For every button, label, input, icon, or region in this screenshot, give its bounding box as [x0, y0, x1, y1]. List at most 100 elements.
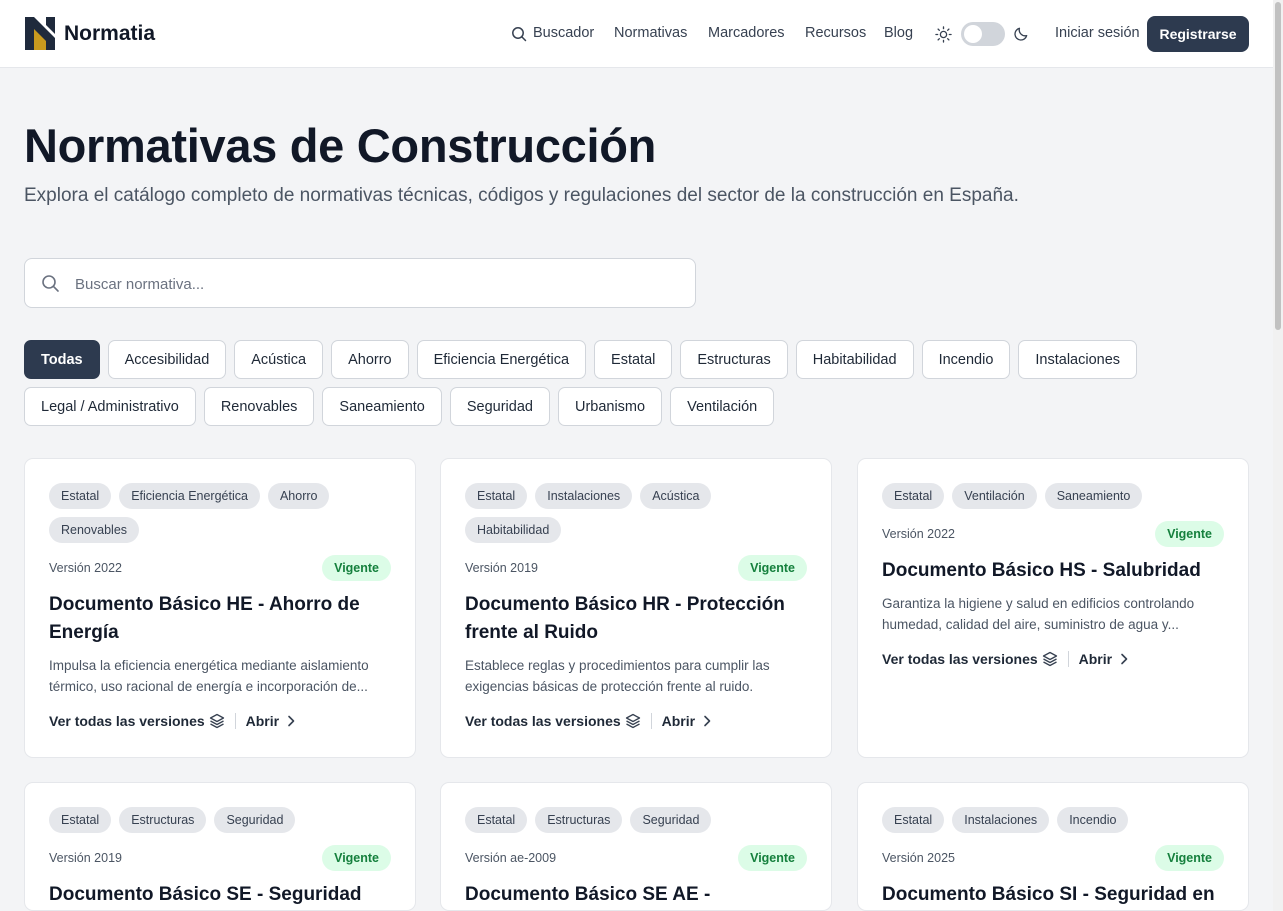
card-title[interactable]: Documento Básico SI - Seguridad en caso	[882, 881, 1224, 910]
chevron-right-icon[interactable]	[699, 713, 715, 729]
brand-name[interactable]: Normatia	[64, 22, 155, 46]
search-input[interactable]	[73, 259, 677, 309]
login-link[interactable]: Iniciar sesión	[1055, 25, 1140, 41]
view-versions-link[interactable]: Ver todas las versiones	[465, 713, 621, 729]
filter-chip-accesibilidad[interactable]: Accesibilidad	[107, 340, 227, 379]
card-tag: Estructuras	[535, 807, 623, 833]
filter-chips-row-1: Todas Accesibilidad Acústica Ahorro Efic…	[24, 340, 1138, 379]
status-badge: Vigente	[1155, 521, 1224, 547]
card-title[interactable]: Documento Básico SE AE - Seguridad	[465, 881, 807, 910]
card-tags: Estatal Estructuras Seguridad	[49, 807, 391, 833]
layers-icon[interactable]	[625, 713, 641, 729]
chevron-right-icon[interactable]	[283, 713, 299, 729]
normativa-card-hs[interactable]: Estatal Ventilación Saneamiento Versión …	[857, 458, 1249, 758]
status-badge: Vigente	[738, 555, 807, 581]
filter-chip-saneamiento[interactable]: Saneamiento	[322, 387, 442, 426]
card-title[interactable]: Documento Básico HS - Salubridad	[882, 557, 1224, 585]
nav-buscador[interactable]: Buscador	[533, 25, 594, 41]
filter-chip-todas[interactable]: Todas	[24, 340, 100, 379]
nav-marcadores[interactable]: Marcadores	[708, 25, 785, 41]
layers-icon[interactable]	[209, 713, 225, 729]
card-tag: Acústica	[640, 483, 712, 509]
filter-chip-estatal[interactable]: Estatal	[594, 340, 673, 379]
nav-recursos[interactable]: Recursos	[805, 25, 866, 41]
card-tag: Seguridad	[630, 807, 712, 833]
separator	[234, 713, 236, 729]
card-version: Versión 2019	[49, 851, 122, 865]
page-title: Normativas de Construcción	[24, 119, 657, 172]
search-box	[24, 258, 696, 309]
separator	[650, 713, 652, 729]
filter-chip-estructuras[interactable]: Estructuras	[680, 340, 788, 379]
status-badge: Vigente	[1155, 845, 1224, 871]
open-link[interactable]: Abrir	[1079, 651, 1112, 667]
card-tags: Estatal Eficiencia Energética Ahorro Ren…	[49, 483, 391, 543]
sun-icon	[935, 26, 952, 43]
register-button[interactable]: Registrarse	[1147, 16, 1249, 52]
card-tag: Estatal	[882, 483, 945, 509]
card-version: Versión 2022	[49, 561, 122, 575]
card-tag: Estatal	[465, 483, 528, 509]
status-badge: Vigente	[322, 555, 391, 581]
layers-icon[interactable]	[1042, 651, 1058, 667]
card-tag: Renovables	[49, 517, 140, 543]
card-tags: Estatal Estructuras Seguridad	[465, 807, 807, 833]
normativa-card-se[interactable]: Estatal Estructuras Seguridad Versión 20…	[24, 782, 416, 911]
theme-toggle-knob	[964, 25, 982, 43]
card-version: Versión ae-2009	[465, 851, 557, 865]
card-tag: Estatal	[49, 807, 112, 833]
theme-toggle[interactable]	[961, 22, 1005, 46]
status-badge: Vigente	[322, 845, 391, 871]
card-tags: Estatal Instalaciones Acústica Habitabil…	[465, 483, 807, 543]
card-tag: Seguridad	[214, 807, 296, 833]
card-tag: Instalaciones	[535, 483, 633, 509]
card-tag: Habitabilidad	[465, 517, 562, 543]
page-subtitle: Explora el catálogo completo de normativ…	[24, 185, 1019, 206]
card-tag: Estatal	[465, 807, 528, 833]
moon-icon	[1014, 27, 1028, 41]
card-tag: Ahorro	[267, 483, 330, 509]
card-version: Versión 2022	[882, 527, 955, 541]
filter-chips-row-2: Legal / Administrativo Renovables Saneam…	[24, 387, 775, 426]
normativa-card-si[interactable]: Estatal Instalaciones Incendio Versión 2…	[857, 782, 1249, 911]
normativa-card-hr[interactable]: Estatal Instalaciones Acústica Habitabil…	[440, 458, 832, 758]
card-tag: Incendio	[1057, 807, 1129, 833]
card-tags: Estatal Instalaciones Incendio	[882, 807, 1224, 833]
normatia-logo-icon[interactable]	[25, 17, 55, 50]
card-tags: Estatal Ventilación Saneamiento	[882, 483, 1224, 509]
filter-chip-habitabilidad[interactable]: Habitabilidad	[795, 340, 914, 379]
filter-chip-legal-administrativo[interactable]: Legal / Administrativo	[24, 387, 196, 426]
card-description: Garantiza la higiene y salud en edificio…	[882, 596, 1195, 632]
filter-chip-ventilacion[interactable]: Ventilación	[670, 387, 775, 426]
card-tag: Ventilación	[952, 483, 1037, 509]
open-link[interactable]: Abrir	[662, 713, 695, 729]
view-versions-link[interactable]: Ver todas las versiones	[49, 713, 205, 729]
filter-chip-instalaciones[interactable]: Instalaciones	[1018, 340, 1138, 379]
search-icon[interactable]	[511, 26, 527, 42]
normativa-card-se-ae[interactable]: Estatal Estructuras Seguridad Versión ae…	[440, 782, 832, 911]
scrollbar-thumb[interactable]	[1275, 2, 1281, 330]
nav-normativas[interactable]: Normativas	[614, 25, 687, 41]
card-tag: Estructuras	[119, 807, 207, 833]
filter-chip-acustica[interactable]: Acústica	[234, 340, 324, 379]
nav-blog[interactable]: Blog	[884, 25, 913, 41]
card-title[interactable]: Documento Básico HR - Protección frente …	[465, 591, 807, 647]
filter-chip-seguridad[interactable]: Seguridad	[449, 387, 550, 426]
filter-chip-renovables[interactable]: Renovables	[203, 387, 315, 426]
search-icon	[42, 275, 59, 292]
card-tag: Estatal	[49, 483, 112, 509]
card-title[interactable]: Documento Básico SE - Seguridad	[49, 881, 391, 909]
filter-chip-incendio[interactable]: Incendio	[921, 340, 1011, 379]
normativa-card-he[interactable]: Estatal Eficiencia Energética Ahorro Ren…	[24, 458, 416, 758]
filter-chip-eficiencia-energetica[interactable]: Eficiencia Energética	[416, 340, 587, 379]
top-navbar: Normatia Buscador Normativas Marcadores …	[0, 0, 1273, 68]
chevron-right-icon[interactable]	[1116, 651, 1132, 667]
card-version: Versión 2019	[465, 561, 538, 575]
filter-chip-urbanismo[interactable]: Urbanismo	[557, 387, 663, 426]
card-title[interactable]: Documento Básico HE - Ahorro de Energía	[49, 591, 391, 647]
card-tag: Eficiencia Energética	[119, 483, 260, 509]
view-versions-link[interactable]: Ver todas las versiones	[882, 651, 1038, 667]
open-link[interactable]: Abrir	[246, 713, 279, 729]
filter-chip-ahorro[interactable]: Ahorro	[331, 340, 409, 379]
card-tag: Estatal	[882, 807, 945, 833]
